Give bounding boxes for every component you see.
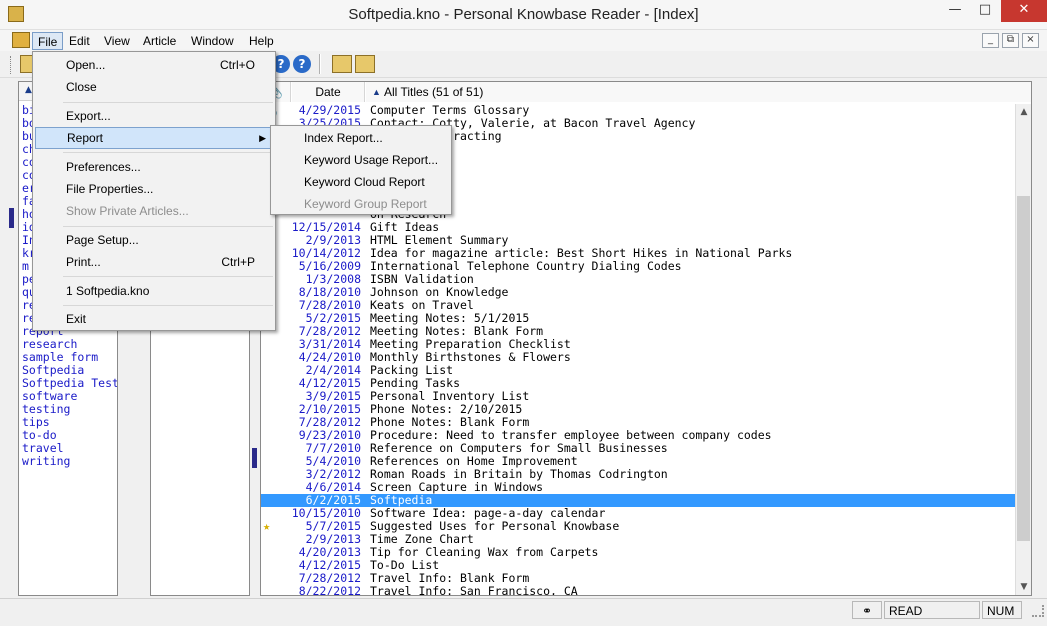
menu-export[interactable]: Export... — [35, 105, 273, 127]
left-splitter[interactable] — [9, 81, 14, 596]
menu-file[interactable]: File — [32, 32, 64, 50]
splitter-grip-icon[interactable] — [252, 448, 257, 468]
menu-exit[interactable]: Exit — [35, 308, 273, 330]
menu-show-private: Show Private Articles... — [66, 204, 189, 218]
export-icon[interactable] — [355, 55, 375, 73]
window-title: Softpedia.kno - Personal Knowbase Reader… — [348, 6, 699, 23]
menu-close[interactable]: Close — [35, 76, 273, 98]
import-icon[interactable] — [332, 55, 352, 73]
submenu-arrow-icon: ▶ — [259, 133, 266, 143]
menu-separator — [63, 102, 273, 103]
article-title: Travel Info: San Francisco, CA — [370, 584, 578, 596]
article-date: 8/22/2012 — [298, 584, 361, 596]
context-help-icon[interactable]: ? — [293, 55, 311, 73]
keyword-item[interactable]: writing — [22, 455, 117, 468]
menu-article[interactable]: Article — [138, 32, 181, 50]
menu-help[interactable]: Help — [244, 32, 279, 50]
menu-report[interactable]: Report ▶ — [35, 127, 273, 149]
toolbar-grip-icon — [10, 56, 13, 74]
status-num: NUM — [982, 601, 1022, 619]
splitter-grip-icon[interactable] — [9, 208, 14, 228]
title-bar: Softpedia.kno - Personal Knowbase Reader… — [0, 0, 1047, 30]
menu-separator — [63, 276, 273, 277]
sort-ascending-icon: ▲ — [372, 87, 381, 97]
menu-keyword-usage-report[interactable]: Keyword Usage Report... — [273, 149, 449, 171]
toolbar-separator — [319, 54, 321, 74]
mdi-restore-button[interactable]: ⧉ — [1002, 33, 1019, 48]
scroll-up-icon[interactable]: ▲ — [1016, 104, 1031, 120]
mdi-minimize-button[interactable]: _ — [982, 33, 999, 48]
menu-edit[interactable]: Edit — [64, 32, 95, 50]
sort-ascending-icon: ▲ — [25, 85, 32, 95]
date-column-header[interactable]: Date — [292, 82, 365, 102]
mdi-close-button[interactable]: × — [1022, 33, 1039, 48]
menu-separator — [63, 305, 273, 306]
maximize-button[interactable]: □ — [970, 0, 1000, 22]
resize-grip-icon[interactable] — [1032, 605, 1044, 617]
menu-separator — [63, 226, 273, 227]
status-mode: READ — [884, 601, 980, 619]
menu-bar: File Edit View Article Window Help _ ⧉ × — [0, 30, 1047, 51]
close-button[interactable]: ✕ — [1001, 0, 1047, 22]
menu-keyword-cloud-report[interactable]: Keyword Cloud Report — [273, 171, 449, 193]
minimize-button[interactable]: — — [940, 0, 970, 22]
menu-report-label: Report — [67, 131, 104, 145]
menu-window[interactable]: Window — [186, 32, 239, 50]
menu-view[interactable]: View — [99, 32, 135, 50]
vertical-scrollbar[interactable]: ▲ ▼ — [1015, 104, 1031, 595]
menu-open-label: Open... — [66, 58, 106, 72]
scroll-thumb[interactable] — [1017, 196, 1030, 541]
titles-header-label: All Titles (51 of 51) — [384, 85, 484, 99]
menu-index-report[interactable]: Index Report... — [273, 127, 449, 149]
file-menu: Open... Ctrl+O Close Export... Report ▶ Pr… — [32, 51, 276, 331]
document-icon[interactable] — [12, 32, 30, 48]
menu-print[interactable]: Print... Ctrl+P — [35, 251, 273, 273]
menu-file-properties[interactable]: File Properties... — [35, 178, 273, 200]
shortcut-label: Ctrl+O — [219, 58, 255, 72]
scroll-down-icon[interactable]: ▼ — [1016, 579, 1031, 595]
titles-column-header[interactable]: ▲ All Titles (51 of 51) — [366, 82, 1031, 102]
menu-separator — [63, 152, 273, 153]
menu-print-label: Print... — [66, 255, 101, 269]
shortcut-label: Ctrl+P — [221, 255, 255, 269]
link-icon: ⚭ — [852, 601, 882, 619]
menu-recent-file[interactable]: 1 Softpedia.kno — [35, 280, 273, 302]
report-submenu: Index Report... Keyword Usage Report... … — [270, 125, 452, 215]
menu-preferences[interactable]: Preferences... — [35, 156, 273, 178]
article-row[interactable]: 8/22/2012 Travel Info: San Francisco, CA — [261, 585, 1015, 596]
status-bar: ⚭ READ NUM — [0, 598, 1047, 620]
menu-page-setup[interactable]: Page Setup... — [35, 229, 273, 251]
menu-open[interactable]: Open... Ctrl+O — [35, 54, 273, 76]
menu-keyword-group-report: Keyword Group Report — [304, 197, 427, 211]
